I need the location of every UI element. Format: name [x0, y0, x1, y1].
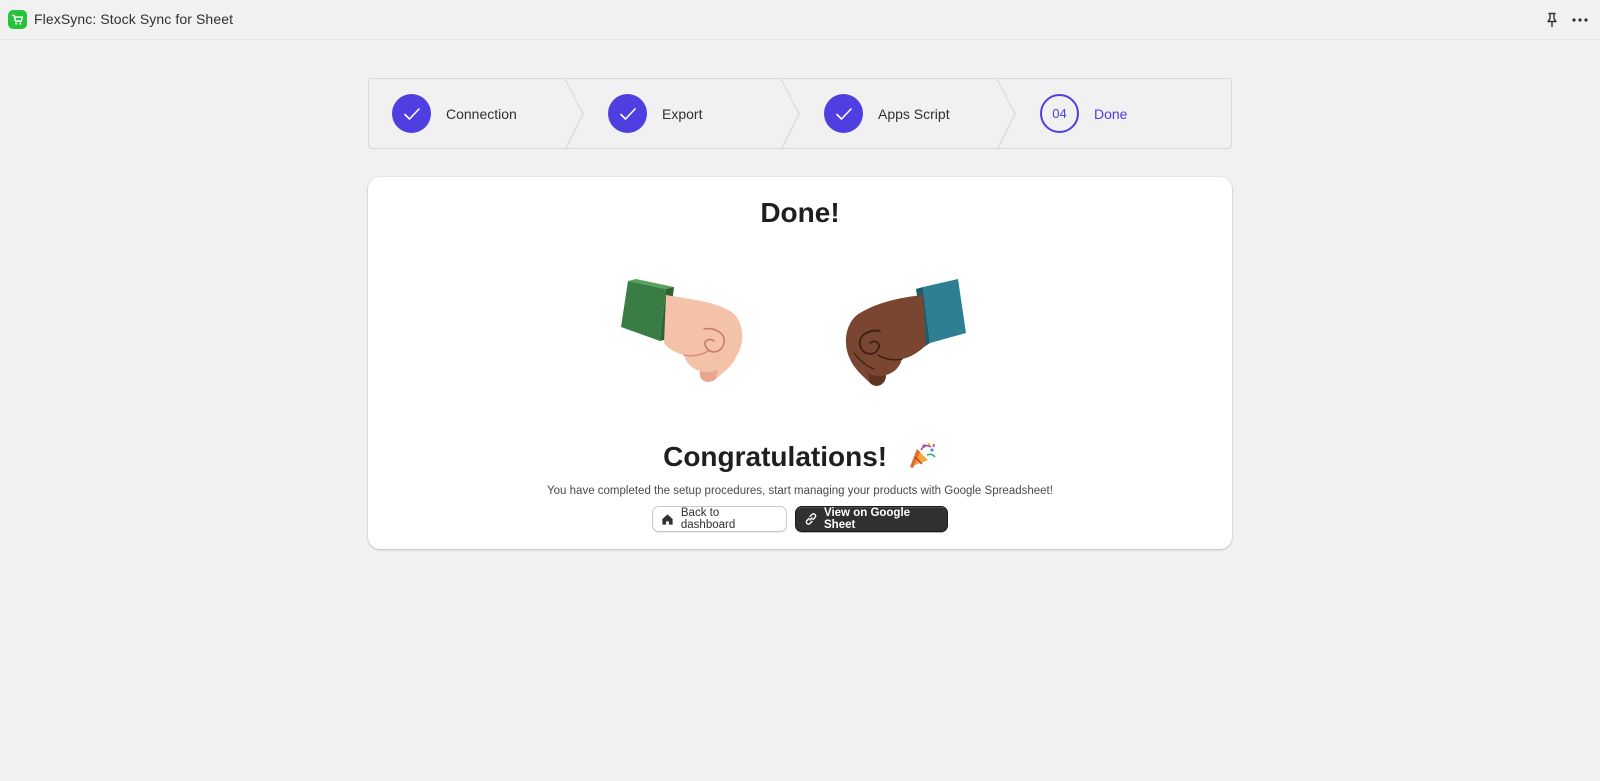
step-label: Done	[1094, 105, 1128, 122]
action-buttons: Back to dashboard View on Google Sheet	[652, 506, 948, 532]
step-export[interactable]: Export	[608, 79, 702, 148]
back-to-dashboard-button[interactable]: Back to dashboard	[652, 506, 787, 532]
step-number: 04	[1040, 94, 1079, 133]
congrats-text: Congratulations!	[663, 441, 888, 472]
fist-bump-illustration	[621, 279, 966, 386]
shopping-cart-icon	[8, 10, 27, 29]
step-label: Apps Script	[878, 105, 950, 122]
step-done[interactable]: 04 Done	[1040, 79, 1127, 148]
check-icon	[824, 94, 863, 133]
completion-message: You have completed the setup procedures,…	[547, 485, 1053, 497]
step-connection[interactable]: Connection	[392, 79, 517, 148]
app-header: FlexSync: Stock Sync for Sheet	[0, 0, 1600, 40]
page-title: Done!	[760, 197, 840, 228]
button-label: View on Google Sheet	[824, 507, 911, 531]
check-icon	[392, 94, 431, 133]
home-icon	[661, 512, 675, 526]
congrats-heading: Congratulations!	[368, 441, 1232, 476]
more-horizontal-icon[interactable]	[1569, 11, 1591, 29]
link-icon	[804, 512, 818, 526]
button-label: Back to dashboard	[680, 507, 736, 531]
pin-icon[interactable]	[1544, 11, 1560, 29]
step-label: Connection	[446, 105, 517, 122]
view-on-google-sheet-button[interactable]: View on Google Sheet	[795, 506, 948, 532]
completion-card: Done! Congratulations! You have complete…	[368, 177, 1232, 549]
party-popper-icon	[907, 441, 937, 476]
check-icon	[608, 94, 647, 133]
step-apps-script[interactable]: Apps Script	[824, 79, 950, 148]
setup-stepper: Connection Export Apps Script 04 Done	[368, 78, 1232, 149]
step-label: Export	[662, 105, 703, 122]
app-title: FlexSync: Stock Sync for Sheet	[34, 11, 234, 27]
